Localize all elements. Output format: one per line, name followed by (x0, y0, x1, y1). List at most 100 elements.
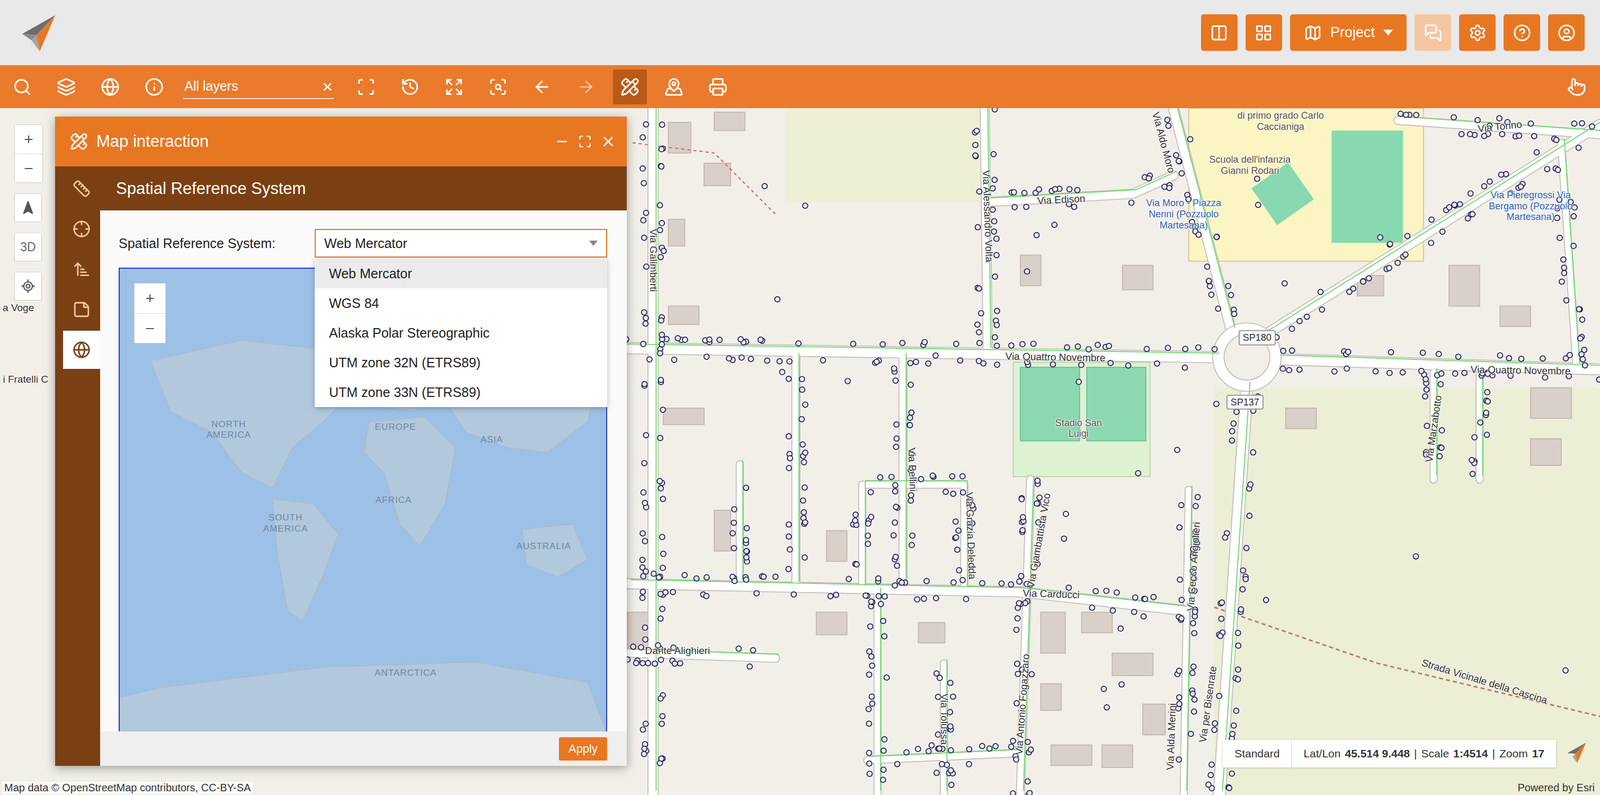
network-point[interactable] (674, 335, 681, 341)
network-point[interactable] (1398, 111, 1404, 117)
network-point[interactable] (1235, 666, 1241, 672)
network-point[interactable] (1165, 122, 1171, 129)
network-point[interactable] (1485, 398, 1491, 404)
network-point[interactable] (760, 573, 767, 580)
network-point[interactable] (1254, 175, 1260, 182)
network-point[interactable] (643, 568, 649, 574)
network-point[interactable] (1212, 346, 1218, 352)
network-point[interactable] (1076, 378, 1082, 385)
network-point[interactable] (1436, 351, 1442, 357)
network-point[interactable] (1109, 607, 1116, 613)
network-point[interactable] (881, 766, 887, 772)
network-point[interactable] (1516, 132, 1522, 139)
network-point[interactable] (846, 575, 852, 582)
network-point[interactable] (1471, 434, 1478, 440)
network-point[interactable] (1506, 355, 1512, 361)
network-point[interactable] (866, 671, 872, 678)
network-point[interactable] (1498, 172, 1505, 178)
network-point[interactable] (1345, 349, 1351, 355)
settings-button[interactable] (1459, 14, 1496, 51)
network-point[interactable] (1142, 596, 1148, 602)
network-point[interactable] (1064, 344, 1070, 350)
network-point[interactable] (1263, 597, 1269, 603)
network-point[interactable] (874, 359, 880, 365)
network-point[interactable] (1063, 511, 1069, 517)
network-point[interactable] (1222, 534, 1228, 540)
network-point[interactable] (1377, 234, 1383, 240)
network-point[interactable] (1344, 365, 1350, 371)
network-point[interactable] (1366, 275, 1372, 281)
network-point[interactable] (753, 590, 760, 596)
network-point[interactable] (1571, 120, 1577, 127)
network-point[interactable] (1204, 263, 1211, 270)
network-point[interactable] (950, 579, 957, 585)
network-point[interactable] (659, 534, 665, 540)
network-point[interactable] (657, 350, 663, 357)
network-point[interactable] (1164, 117, 1170, 123)
network-point[interactable] (891, 365, 897, 371)
network-point[interactable] (1177, 576, 1183, 583)
network-point[interactable] (1086, 346, 1092, 352)
network-point[interactable] (703, 593, 709, 599)
network-point[interactable] (1214, 234, 1220, 240)
network-point[interactable] (850, 341, 856, 347)
network-point[interactable] (642, 624, 648, 630)
network-point[interactable] (1107, 360, 1114, 366)
back-button[interactable] (525, 69, 559, 105)
network-point[interactable] (1052, 186, 1058, 192)
network-point[interactable] (1567, 352, 1573, 358)
network-point[interactable] (801, 459, 807, 465)
network-point[interactable] (1011, 204, 1018, 210)
network-point[interactable] (1191, 696, 1197, 702)
network-point[interactable] (1579, 316, 1585, 323)
network-point[interactable] (1036, 186, 1042, 192)
network-point[interactable] (908, 409, 914, 415)
network-point[interactable] (1533, 149, 1540, 155)
network-point[interactable] (955, 527, 962, 533)
network-point[interactable] (1562, 667, 1569, 673)
network-point[interactable] (802, 402, 808, 408)
zoom-in-button[interactable]: + (14, 125, 43, 154)
sidebar-item[interactable] (63, 330, 101, 369)
network-point[interactable] (865, 520, 871, 527)
network-point[interactable] (1013, 756, 1019, 762)
network-point[interactable] (1413, 112, 1419, 118)
network-point[interactable] (1571, 204, 1578, 210)
network-point[interactable] (787, 546, 793, 553)
network-point[interactable] (1231, 722, 1237, 728)
network-point[interactable] (908, 492, 914, 498)
network-point[interactable] (1189, 690, 1196, 697)
network-point[interactable] (899, 579, 905, 585)
network-point[interactable] (1455, 353, 1462, 360)
network-point[interactable] (640, 165, 646, 172)
network-point[interactable] (1016, 600, 1022, 606)
network-point[interactable] (747, 663, 753, 670)
network-point[interactable] (923, 578, 930, 584)
help-button[interactable] (1503, 14, 1541, 51)
network-point[interactable] (750, 647, 756, 653)
network-point[interactable] (1477, 419, 1483, 425)
network-point[interactable] (764, 357, 770, 363)
network-point[interactable] (652, 660, 658, 666)
network-point[interactable] (868, 598, 874, 604)
network-point[interactable] (1561, 264, 1567, 271)
network-point[interactable] (1555, 167, 1561, 173)
network-point[interactable] (914, 596, 920, 602)
network-point[interactable] (1103, 588, 1109, 594)
network-point[interactable] (1143, 345, 1150, 352)
network-point[interactable] (893, 421, 900, 428)
network-point[interactable] (1596, 376, 1600, 382)
network-point[interactable] (1465, 215, 1471, 221)
network-point[interactable] (670, 589, 676, 595)
network-point[interactable] (1280, 348, 1286, 354)
network-point[interactable] (1282, 280, 1288, 287)
network-point[interactable] (802, 202, 808, 209)
network-point[interactable] (641, 309, 647, 315)
network-point[interactable] (630, 643, 636, 650)
network-point[interactable] (1067, 186, 1073, 192)
network-point[interactable] (1554, 215, 1560, 221)
network-point[interactable] (1428, 240, 1434, 246)
network-point[interactable] (786, 376, 792, 382)
network-point[interactable] (786, 465, 792, 471)
network-point[interactable] (1187, 136, 1194, 142)
